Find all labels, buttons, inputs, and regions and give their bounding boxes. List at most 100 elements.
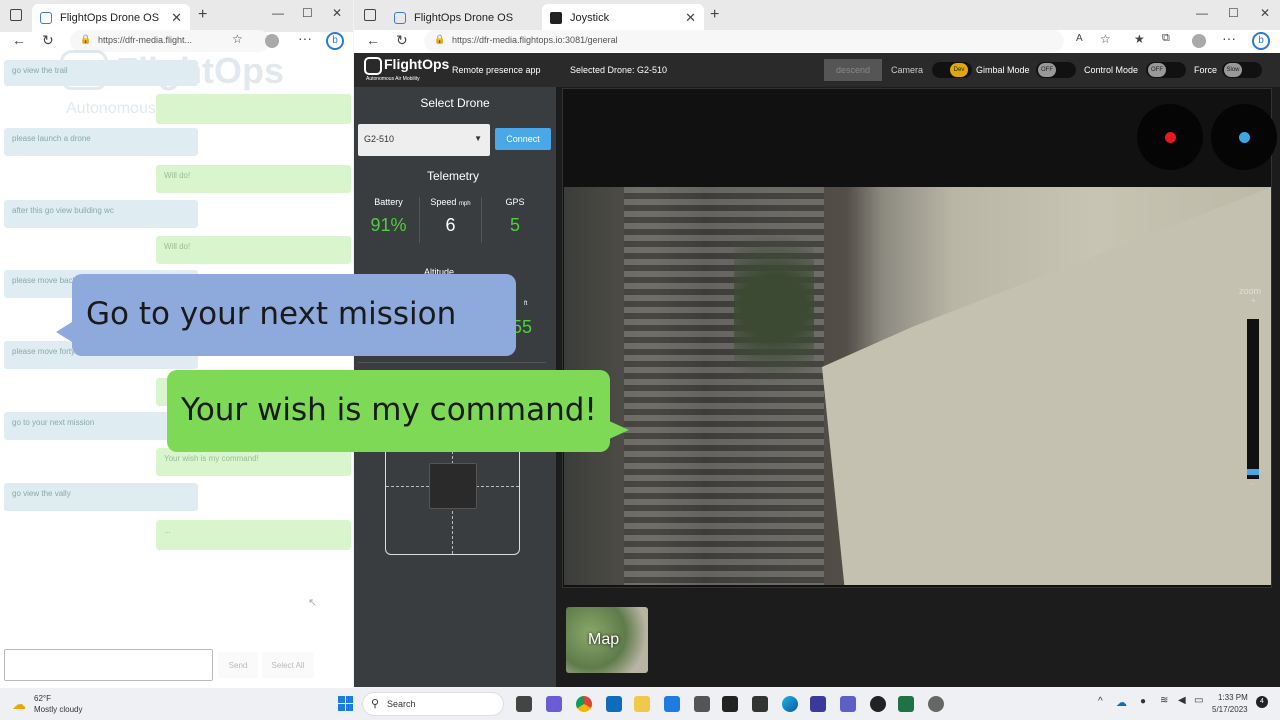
settings-gear-icon[interactable]: [928, 696, 944, 712]
read-aloud-icon[interactable]: A: [1076, 33, 1083, 44]
joystick-pad[interactable]: [385, 450, 520, 555]
tab-actions-icon[interactable]: [10, 9, 22, 21]
terminal-icon[interactable]: [722, 696, 738, 712]
profile-avatar[interactable]: [265, 34, 279, 48]
new-tab-icon[interactable]: +: [710, 6, 719, 24]
close-window-icon[interactable]: ✕: [332, 6, 342, 20]
zoom-minus[interactable]: -: [1251, 479, 1254, 488]
chrome-icon[interactable]: [576, 696, 592, 712]
address-bar[interactable]: 🔒 https://dfr-media.flightops.io:3081/ge…: [424, 30, 1064, 52]
tab-flightops[interactable]: FlightOps Drone OS: [386, 4, 538, 32]
close-window-icon[interactable]: ✕: [1260, 6, 1270, 20]
tab-joystick[interactable]: Joystick ✕: [542, 4, 704, 32]
app-logo-text: FlightOps: [384, 56, 450, 72]
chat-message-bot: [156, 94, 351, 124]
chat-input[interactable]: [4, 649, 213, 681]
bing-icon[interactable]: b: [1252, 32, 1270, 50]
tray-chevron-icon[interactable]: ^: [1098, 696, 1103, 707]
bing-icon[interactable]: b: [326, 32, 344, 50]
microphone-icon[interactable]: ●: [1140, 696, 1146, 707]
excel-icon[interactable]: [898, 696, 914, 712]
task-view-icon[interactable]: [516, 696, 532, 712]
chat-message-user: please launch a drone: [4, 128, 198, 156]
chat-message-user: go view the trail: [4, 60, 198, 86]
maximize-icon[interactable]: ☐: [302, 6, 313, 20]
more-menu-icon[interactable]: ···: [1222, 30, 1236, 46]
camera-toggle[interactable]: Dev: [932, 62, 972, 78]
selected-drone-label: Selected Drone: G2-510: [570, 65, 668, 75]
onedrive-icon[interactable]: ☁: [1116, 696, 1127, 709]
new-tab-icon[interactable]: +: [198, 6, 207, 24]
snapshot-button[interactable]: [1211, 104, 1277, 170]
profile-avatar[interactable]: [1192, 34, 1206, 48]
teams-icon[interactable]: [840, 696, 856, 712]
zoom-slider[interactable]: [1247, 319, 1259, 479]
tab-flightops[interactable]: FlightOps Drone OS ✕: [32, 4, 190, 32]
app3-icon[interactable]: [870, 696, 886, 712]
lock-icon: 🔒: [434, 34, 446, 44]
joystick-knob[interactable]: [429, 463, 477, 509]
panel-divider: [358, 362, 546, 363]
app2-icon[interactable]: [810, 696, 826, 712]
calculator-icon[interactable]: [694, 696, 710, 712]
callout-tail: [607, 420, 629, 440]
control-mode-toggle[interactable]: OFF: [1146, 62, 1186, 78]
file-explorer-icon[interactable]: [634, 696, 650, 712]
record-button[interactable]: [1137, 104, 1203, 170]
chat-app-icon[interactable]: [546, 696, 562, 712]
force-toggle[interactable]: Slow: [1222, 62, 1262, 78]
tab-actions-icon[interactable]: [364, 9, 376, 21]
minimize-icon[interactable]: —: [1196, 6, 1208, 20]
camera-label: Camera: [891, 65, 924, 75]
gimbal-mode-toggle[interactable]: OFF: [1036, 62, 1076, 78]
close-tab-icon[interactable]: ✕: [685, 10, 696, 26]
connect-button[interactable]: Connect: [495, 128, 551, 150]
flightops-favicon-icon: [394, 12, 406, 24]
app-header: FlightOps Autonomous Air Mobility Remote…: [354, 53, 1280, 87]
favorites-icon[interactable]: ☆: [1100, 32, 1111, 46]
notification-badge[interactable]: 4: [1256, 696, 1268, 708]
descend-button[interactable]: descend: [824, 59, 882, 81]
app-icon[interactable]: [664, 696, 680, 712]
taskbar-search[interactable]: ⚲ Search: [362, 692, 504, 716]
mail-icon[interactable]: [606, 696, 622, 712]
back-icon[interactable]: ←: [366, 32, 380, 48]
app-name: Remote presence app: [452, 65, 541, 75]
collections-icon[interactable]: ★: [1134, 32, 1145, 46]
gimbal-toggle-knob: OFF: [1038, 63, 1056, 77]
favorites-icon[interactable]: ☆: [232, 32, 243, 46]
close-tab-icon[interactable]: ✕: [171, 10, 182, 26]
wifi-icon[interactable]: ≋: [1160, 695, 1168, 706]
zoom-slider-handle[interactable]: [1247, 469, 1259, 475]
dropdown-caret-icon: ▼: [474, 134, 482, 143]
drone-logo-icon: [364, 57, 382, 75]
extensions-icon[interactable]: ⧉: [1162, 32, 1170, 45]
chat-message-bot: Will do!: [156, 165, 351, 193]
altitude-unit: ft: [524, 301, 528, 307]
minimize-icon[interactable]: —: [272, 6, 284, 20]
refresh-icon[interactable]: ↻: [42, 32, 54, 49]
select-all-button[interactable]: Select All: [262, 652, 314, 678]
right-toolbar: ← ↻ 🔒 https://dfr-media.flightops.io:308…: [354, 30, 1280, 53]
send-button[interactable]: Send: [218, 652, 258, 678]
battery-icon[interactable]: ▭: [1194, 695, 1203, 706]
clock-time[interactable]: 1:33 PM: [1218, 693, 1248, 702]
volume-icon[interactable]: ◀: [1178, 695, 1186, 706]
weather-icon[interactable]: ☁: [12, 696, 26, 713]
media-player-icon[interactable]: [752, 696, 768, 712]
drone-select[interactable]: G2-510 ▼: [358, 124, 490, 156]
mouse-cursor-icon: ↖: [308, 597, 318, 609]
clock-date[interactable]: 5/17/2023: [1212, 705, 1248, 714]
zoom-plus[interactable]: +: [1251, 296, 1256, 305]
weather-temp: 62°F: [34, 694, 51, 703]
video-feed-area: zoom + -: [562, 88, 1277, 588]
maximize-icon[interactable]: ☐: [1228, 6, 1239, 20]
gimbal-mode-label: Gimbal Mode: [976, 65, 1030, 75]
edge-icon[interactable]: [782, 696, 798, 712]
force-label: Force: [1194, 65, 1218, 75]
map-thumbnail[interactable]: Map: [566, 607, 648, 673]
more-menu-icon[interactable]: ···: [298, 30, 312, 46]
back-icon[interactable]: ←: [12, 32, 26, 48]
refresh-icon[interactable]: ↻: [396, 32, 408, 49]
windows-start-icon[interactable]: [338, 696, 353, 711]
